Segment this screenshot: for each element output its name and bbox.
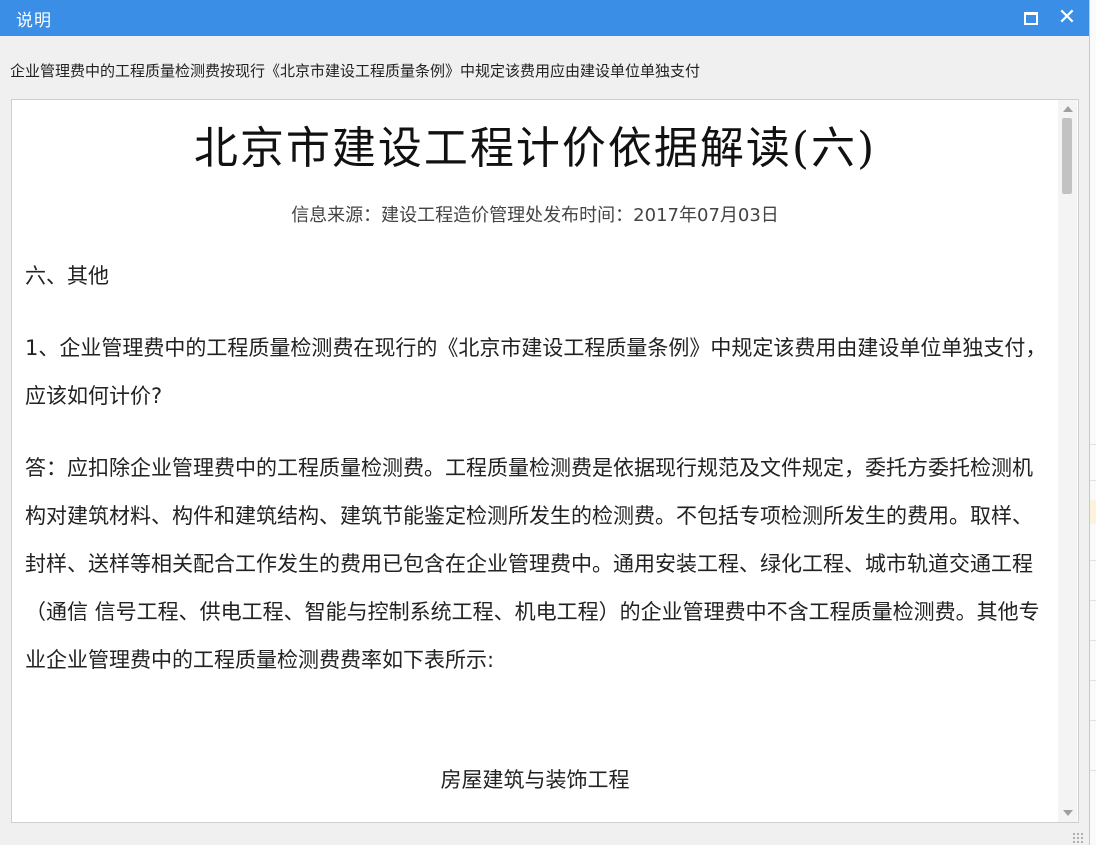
scrollbar-thumb[interactable] — [1062, 118, 1072, 194]
description-dialog: 说明 ✕ 企业管理费中的工程质量检测费按现行《北京市建设工程质量条例》中规定该费… — [0, 0, 1090, 845]
dialog-titlebar[interactable]: 说明 ✕ — [0, 0, 1089, 36]
background-app-strip — [1089, 0, 1096, 845]
close-button[interactable]: ✕ — [1052, 0, 1082, 36]
document-viewer[interactable]: 北京市建设工程计价依据解读(六) 信息来源：建设工程造价管理处发布时间：2017… — [11, 99, 1079, 823]
scroll-up-icon[interactable] — [1063, 106, 1073, 112]
question-paragraph: 1、企业管理费中的工程质量检测费在现行的《北京市建设工程质量条例》中规定该费用由… — [25, 336, 1047, 408]
maximize-button[interactable] — [1016, 0, 1046, 36]
dialog-title: 说明 — [16, 10, 52, 31]
table-title: 房屋建筑与装饰工程 — [440, 768, 630, 792]
description-text: 企业管理费中的工程质量检测费按现行《北京市建设工程质量条例》中规定该费用应由建设… — [10, 62, 701, 80]
close-icon: ✕ — [1057, 5, 1077, 30]
document-title: 北京市建设工程计价依据解读(六) — [193, 123, 877, 174]
document-source: 信息来源：建设工程造价管理处发布时间：2017年07月03日 — [291, 205, 779, 226]
vertical-scrollbar[interactable] — [1058, 100, 1077, 822]
section-heading: 六、其他 — [25, 264, 109, 288]
document-content: 北京市建设工程计价依据解读(六) 信息来源：建设工程造价管理处发布时间：2017… — [12, 100, 1058, 822]
scroll-down-icon[interactable] — [1063, 810, 1073, 816]
maximize-icon — [1024, 11, 1038, 25]
resize-grip-icon[interactable] — [1072, 832, 1084, 844]
answer-paragraph: 答：应扣除企业管理费中的工程质量检测费。工程质量检测费是依据现行规范及文件规定，… — [25, 456, 1040, 672]
